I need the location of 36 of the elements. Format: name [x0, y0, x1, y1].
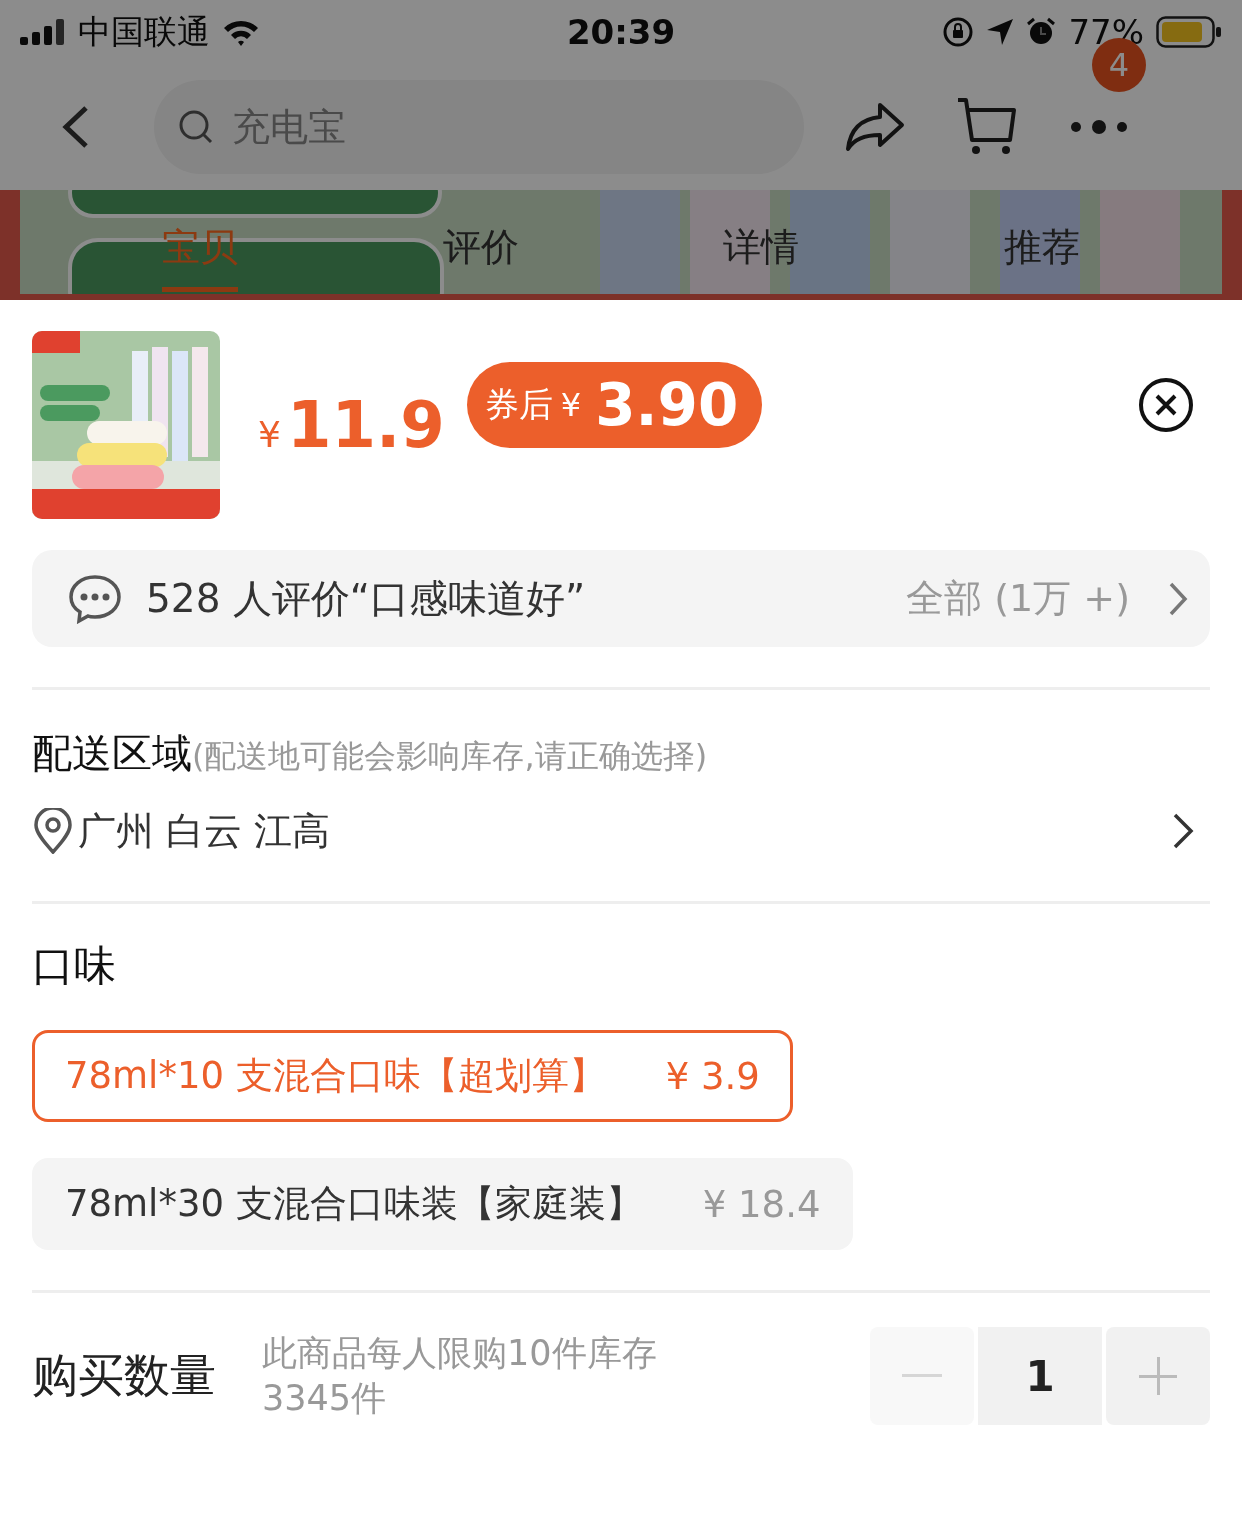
plus-icon — [1139, 1357, 1177, 1395]
search-field[interactable]: 充电宝 — [154, 80, 804, 174]
delivery-note: (配送地可能会影响库存,请正确选择) — [192, 736, 708, 777]
coupon-price-tag: 券后 ¥ 3.90 — [466, 362, 763, 448]
flavor-option[interactable]: 78ml*10 支混合口味【超划算】 ¥ 3.9 — [32, 1030, 793, 1122]
tab[interactable]: 评价 — [442, 212, 519, 292]
alarm-icon — [1026, 17, 1057, 47]
location-pin-icon — [32, 808, 74, 854]
review-summary: 528 人评价“口感味道好” — [146, 574, 587, 623]
flavor-option[interactable]: 78ml*30 支混合口味装【家庭装】 ¥ 18.4 — [32, 1158, 854, 1250]
chat-bubble-icon — [68, 573, 122, 624]
chevron-right-icon — [1172, 812, 1194, 850]
tab[interactable]: 详情 — [723, 212, 800, 292]
section-title: 购买数量 — [32, 1347, 217, 1404]
location-row[interactable]: 广州 白云 江高 — [32, 801, 1210, 861]
minus-icon — [902, 1374, 942, 1378]
product-price: ¥11.9 — [258, 388, 445, 462]
wifi-icon — [222, 18, 260, 46]
carrier-name: 中国联通 — [78, 10, 210, 53]
rotation-lock-icon — [942, 16, 975, 48]
more-dots-icon — [1068, 119, 1130, 135]
section-title: 口味 — [32, 940, 117, 992]
chevron-right-icon — [1168, 580, 1188, 617]
all-reviews-link[interactable]: 全部 (1万 +) — [906, 573, 1130, 624]
delivery-location: 广州 白云 江高 — [78, 807, 332, 855]
location-arrow-icon — [986, 18, 1015, 46]
signal-icon — [20, 19, 66, 45]
quantity-value[interactable]: 1 — [978, 1327, 1102, 1425]
review-summary-bar[interactable]: 528 人评价“口感味道好” 全部 (1万 +) — [32, 550, 1210, 647]
battery-icon — [1156, 16, 1222, 48]
search-icon — [178, 109, 214, 145]
close-button[interactable] — [1138, 377, 1194, 433]
clock-time: 20:39 — [566, 12, 676, 52]
section-title: 配送区域 — [32, 729, 192, 778]
chevron-left-icon — [60, 105, 90, 149]
purchase-limit-note: 此商品每人限购10件库存3345件 — [262, 1331, 658, 1420]
